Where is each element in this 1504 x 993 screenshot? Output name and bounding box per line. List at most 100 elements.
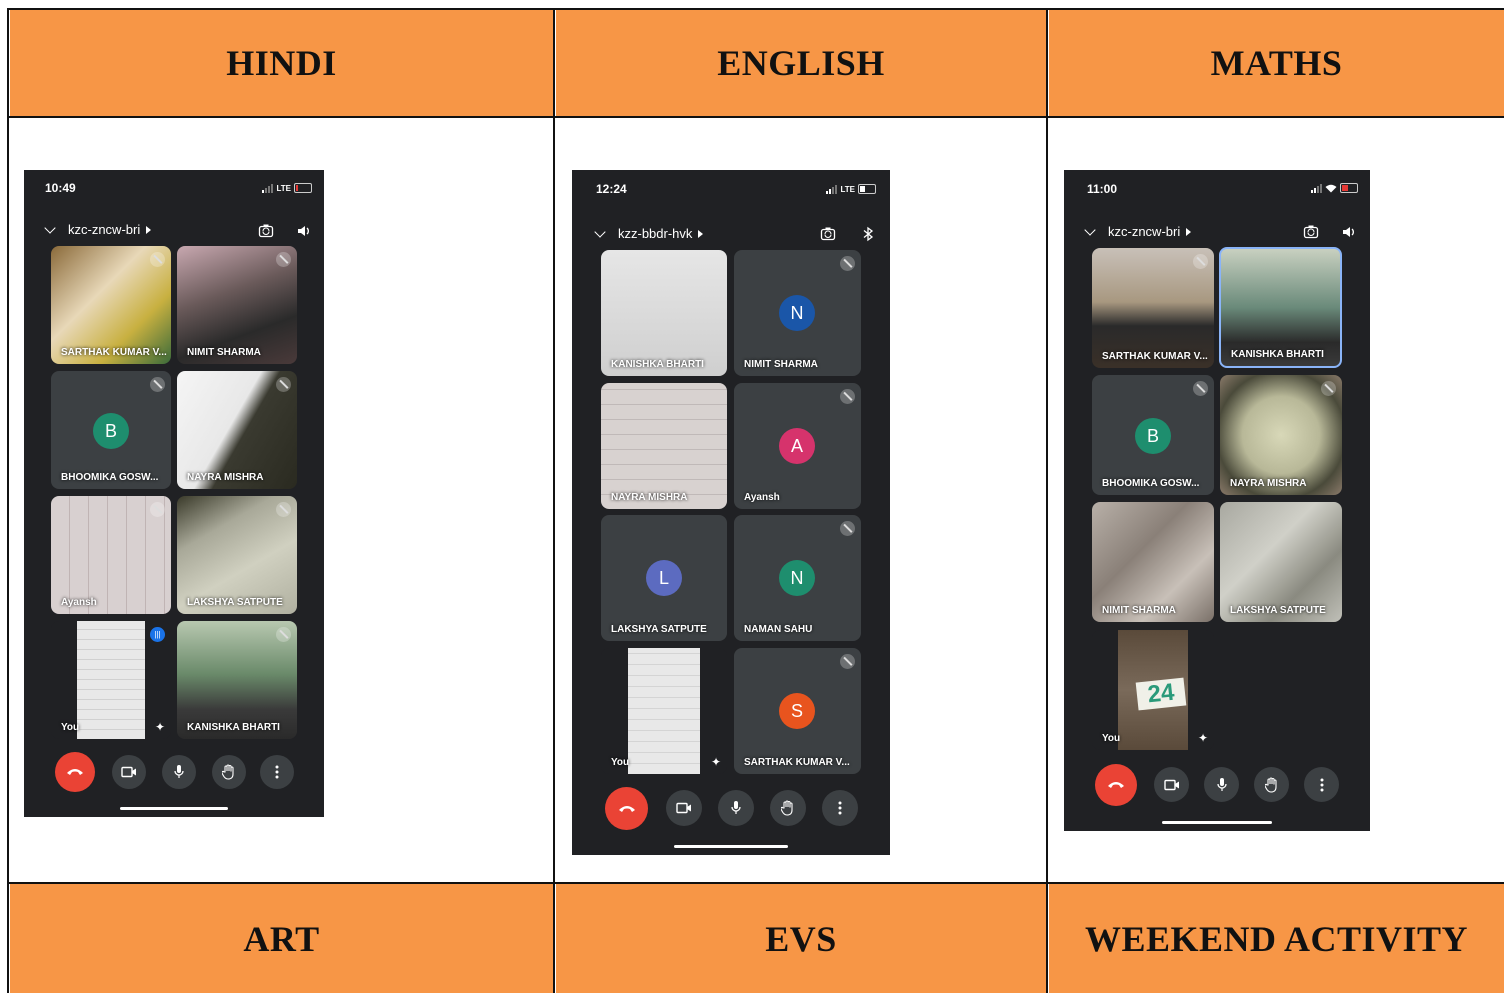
participant-tile[interactable]: Ayansh xyxy=(51,496,171,614)
raise-hand-button[interactable] xyxy=(1254,767,1289,802)
more-options-button[interactable] xyxy=(260,755,294,789)
header-evs-label: EVS xyxy=(765,918,837,959)
participant-tile[interactable]: B BHOOMIKA GOSW... xyxy=(1092,375,1214,495)
table-border xyxy=(8,882,1504,884)
effects-icon[interactable]: ✦ xyxy=(711,755,721,769)
self-view-tile[interactable]: ||| You ✦ xyxy=(51,621,171,739)
participant-tile-active-speaker[interactable]: KANISHKA BHARTI xyxy=(1219,247,1342,368)
mic-off-icon xyxy=(1193,381,1208,396)
participant-tile[interactable]: N NAMAN SAHU xyxy=(734,515,861,641)
header-maths: MATHS xyxy=(1049,10,1504,116)
mic-off-icon xyxy=(276,377,291,392)
table-border xyxy=(1046,8,1048,993)
camera-button[interactable] xyxy=(112,755,146,789)
mic-off-icon xyxy=(840,654,855,669)
video-camera-icon xyxy=(121,766,136,778)
microphone-icon xyxy=(1216,777,1227,791)
meeting-bar[interactable]: kzz-bbdr-hvk xyxy=(594,225,704,241)
self-video xyxy=(77,621,145,739)
chevron-down-icon[interactable] xyxy=(44,221,56,234)
microphone-button[interactable] xyxy=(162,755,196,789)
participant-tile[interactable]: LAKSHYA SATPUTE xyxy=(177,496,297,614)
participant-name: SARTHAK KUMAR V... xyxy=(744,757,850,768)
effects-icon[interactable]: ✦ xyxy=(1198,731,1208,745)
participant-name: NIMIT SHARMA xyxy=(1102,605,1176,616)
chevron-down-icon[interactable] xyxy=(1084,223,1096,236)
participant-tile[interactable]: N NIMIT SHARMA xyxy=(734,250,861,376)
raise-hand-button[interactable] xyxy=(212,755,246,789)
participant-tile[interactable]: NIMIT SHARMA xyxy=(1092,502,1214,622)
participant-tile[interactable]: KANISHKA BHARTI xyxy=(601,250,727,376)
more-options-button[interactable] xyxy=(822,790,858,826)
participant-name: You xyxy=(61,722,80,733)
participant-tile[interactable]: SARTHAK KUMAR V... xyxy=(51,246,171,364)
status-icons xyxy=(1311,183,1358,193)
end-call-button[interactable] xyxy=(55,752,95,792)
camera-button[interactable] xyxy=(666,790,702,826)
raise-hand-button[interactable] xyxy=(770,790,806,826)
hang-up-icon xyxy=(1108,782,1124,788)
participant-tile[interactable]: LAKSHYA SATPUTE xyxy=(1220,502,1342,622)
self-view-tile[interactable]: You ✦ xyxy=(601,648,727,774)
microphone-button[interactable] xyxy=(1204,767,1239,802)
meeting-code[interactable]: kzz-bbdr-hvk xyxy=(618,226,692,241)
camera-button[interactable] xyxy=(1154,767,1189,802)
participant-tile[interactable]: NIMIT SHARMA xyxy=(177,246,297,364)
avatar: S xyxy=(779,693,815,729)
participant-name: BHOOMIKA GOSW... xyxy=(1102,478,1200,489)
meeting-bar[interactable]: kzc-zncw-bri xyxy=(1084,223,1192,239)
chevron-down-icon[interactable] xyxy=(594,225,606,238)
participant-name: LAKSHYA SATPUTE xyxy=(611,624,707,635)
status-icons: LTE xyxy=(262,183,312,193)
header-weekend-label: WEEKEND ACTIVITY xyxy=(1084,918,1469,959)
participant-tile[interactable]: A Ayansh xyxy=(734,383,861,509)
microphone-icon xyxy=(174,765,184,778)
meeting-code[interactable]: kzc-zncw-bri xyxy=(68,222,140,237)
header-english: ENGLISH xyxy=(556,10,1046,116)
bluetooth-icon[interactable] xyxy=(860,226,876,242)
table-border xyxy=(7,8,9,993)
participant-tile[interactable]: NAYRA MISHRA xyxy=(1220,375,1342,495)
switch-camera-icon[interactable] xyxy=(1303,224,1319,240)
more-options-button[interactable] xyxy=(1304,767,1339,802)
self-view-tile[interactable]: 24 You ✦ xyxy=(1092,630,1214,750)
participant-tile[interactable]: NAYRA MISHRA xyxy=(601,383,727,509)
status-time: 10:49 xyxy=(45,181,76,195)
hang-up-icon xyxy=(618,805,635,812)
mic-off-icon xyxy=(276,252,291,267)
network-label: LTE xyxy=(276,183,291,193)
speaker-icon[interactable] xyxy=(1341,224,1357,240)
participant-name: BHOOMIKA GOSW... xyxy=(61,472,159,483)
participant-tile[interactable]: S SARTHAK KUMAR V... xyxy=(734,648,861,774)
meeting-code[interactable]: kzc-zncw-bri xyxy=(1108,224,1180,239)
meeting-bar[interactable]: kzc-zncw-bri xyxy=(44,221,152,237)
participant-name: NAYRA MISHRA xyxy=(1230,478,1307,489)
switch-camera-icon[interactable] xyxy=(258,223,274,239)
speaker-icon[interactable] xyxy=(296,223,312,239)
participant-name: KANISHKA BHARTI xyxy=(1231,349,1324,360)
participant-name: NAMAN SAHU xyxy=(744,624,813,635)
effects-icon[interactable]: ✦ xyxy=(155,720,165,734)
participant-name: NIMIT SHARMA xyxy=(187,347,261,358)
participant-tile[interactable]: SARTHAK KUMAR V... xyxy=(1092,248,1214,368)
switch-camera-icon[interactable] xyxy=(820,226,836,242)
avatar-initial: B xyxy=(104,420,117,441)
meet-screenshot-english: 12:24 LTE kzz-bbdr-hvk KANISHKA BHARTI N… xyxy=(572,170,890,855)
table-border xyxy=(553,8,555,993)
battery-icon xyxy=(858,184,876,194)
mic-off-icon xyxy=(840,256,855,271)
battery-charging-icon xyxy=(1340,183,1358,193)
end-call-button[interactable] xyxy=(605,787,648,830)
participant-tile[interactable]: NAYRA MISHRA xyxy=(177,371,297,489)
end-call-button[interactable] xyxy=(1095,764,1137,806)
mic-off-icon xyxy=(1193,254,1208,269)
participant-tile[interactable]: KANISHKA BHARTI xyxy=(177,621,297,739)
meet-screenshot-maths: 11:00 kzc-zncw-bri SARTHAK KUMAR V... KA… xyxy=(1064,170,1370,831)
avatar-initial: S xyxy=(790,700,803,721)
participant-name: NAYRA MISHRA xyxy=(611,492,688,503)
microphone-button[interactable] xyxy=(718,790,754,826)
participant-tile[interactable]: B BHOOMIKA GOSW... xyxy=(51,371,171,489)
signal-icon xyxy=(826,184,838,194)
participant-tile[interactable]: L LAKSHYA SATPUTE xyxy=(601,515,727,641)
participant-name: NIMIT SHARMA xyxy=(744,359,818,370)
